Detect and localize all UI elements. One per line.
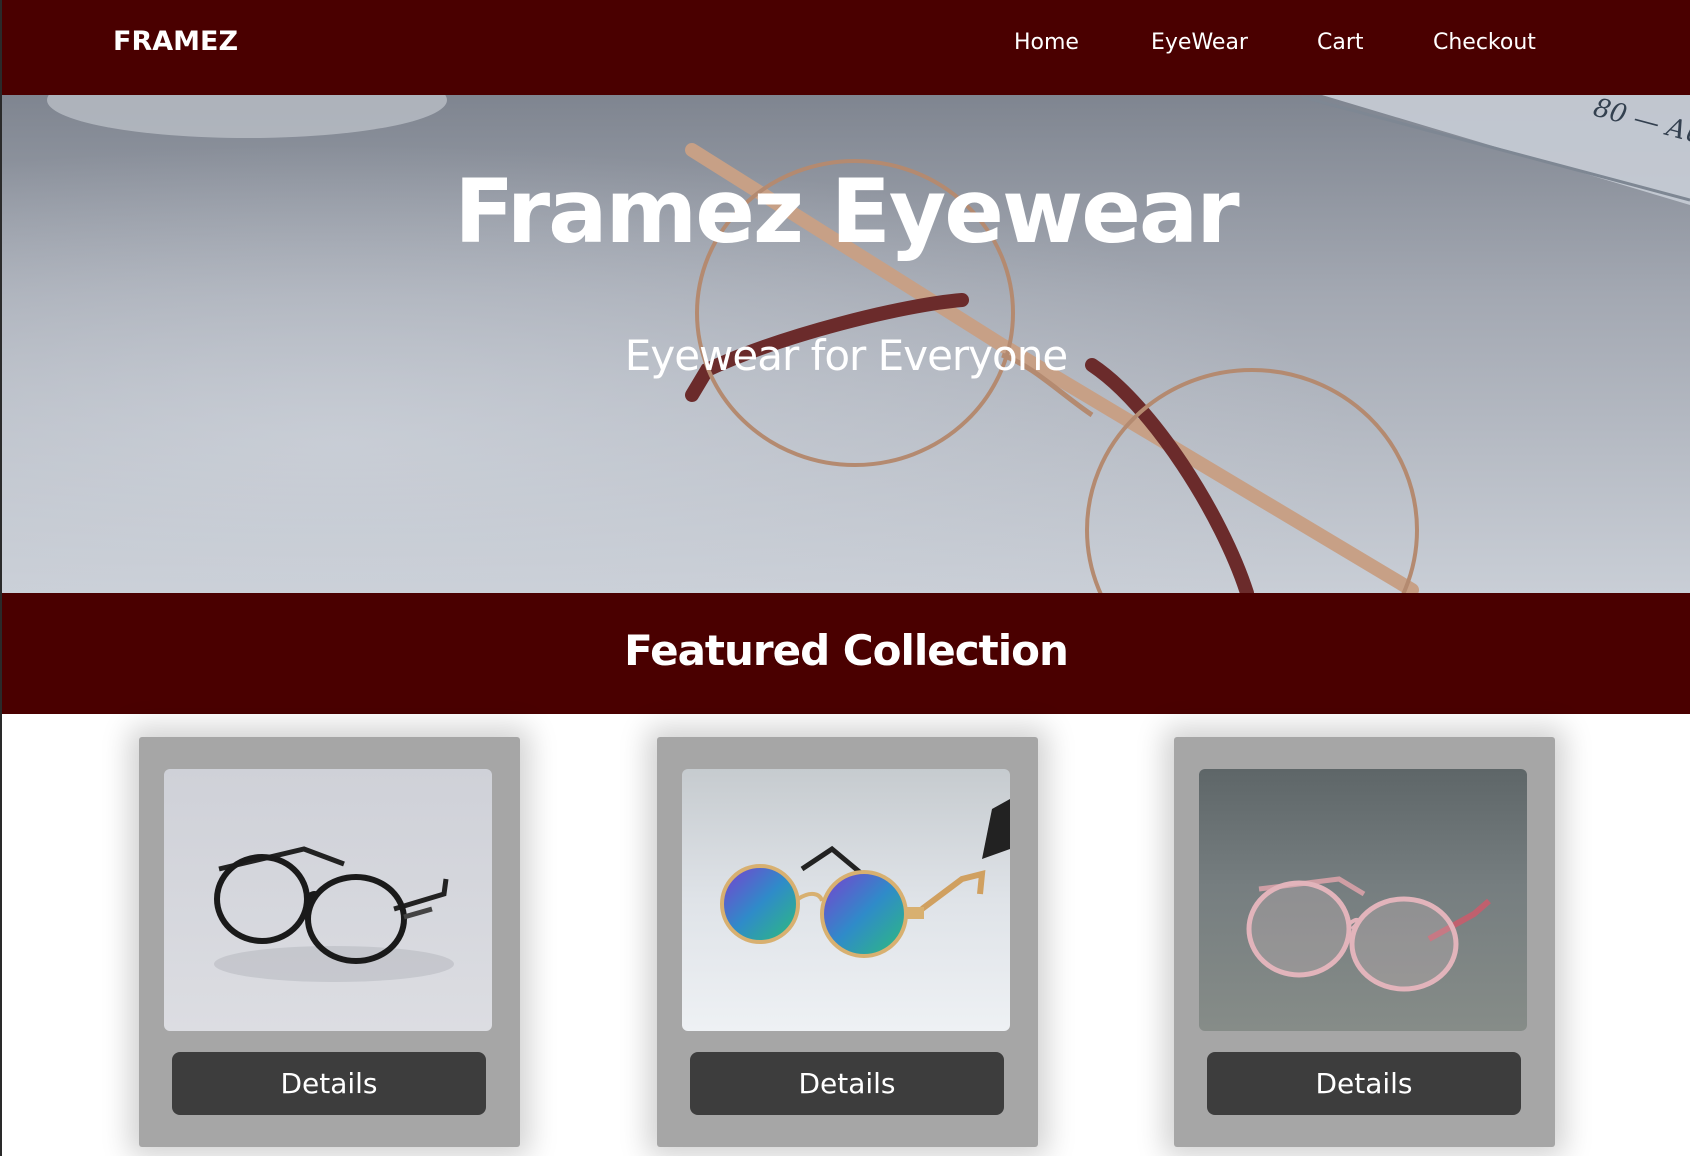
product-image[interactable] bbox=[682, 769, 1010, 1031]
details-button[interactable]: Details bbox=[172, 1052, 486, 1115]
nav-link-eyewear[interactable]: EyeWear bbox=[1151, 30, 1248, 55]
product-card: Details bbox=[1174, 737, 1555, 1147]
product-image[interactable] bbox=[164, 769, 492, 1031]
details-button[interactable]: Details bbox=[690, 1052, 1004, 1115]
nav-link-cart[interactable]: Cart bbox=[1317, 30, 1364, 55]
product-card: Details bbox=[657, 737, 1038, 1147]
nav-link-checkout[interactable]: Checkout bbox=[1433, 30, 1536, 55]
pink-glasses-image bbox=[1199, 769, 1527, 1031]
hero-subtitle: Eyewear for Everyone bbox=[624, 331, 1068, 380]
details-button[interactable]: Details bbox=[1207, 1052, 1521, 1115]
product-image[interactable] bbox=[1199, 769, 1527, 1031]
nav-link-home[interactable]: Home bbox=[1014, 30, 1079, 55]
hero-banner: 80 — AUT Framez Eyewear Eyewear for Ever… bbox=[2, 95, 1690, 593]
page: FRAMEZ Home EyeWear Cart Checkout 80 — A… bbox=[0, 0, 1690, 1156]
brand-logo[interactable]: FRAMEZ bbox=[113, 26, 238, 57]
featured-section-header: Featured Collection bbox=[2, 593, 1690, 714]
mirrored-sunglasses-image bbox=[682, 769, 1010, 1031]
featured-title: Featured Collection bbox=[624, 626, 1069, 675]
black-glasses-image bbox=[164, 769, 492, 1031]
hero-title: Framez Eyewear bbox=[454, 160, 1239, 263]
product-card: Details bbox=[139, 737, 520, 1147]
navbar: FRAMEZ Home EyeWear Cart Checkout bbox=[2, 0, 1690, 95]
